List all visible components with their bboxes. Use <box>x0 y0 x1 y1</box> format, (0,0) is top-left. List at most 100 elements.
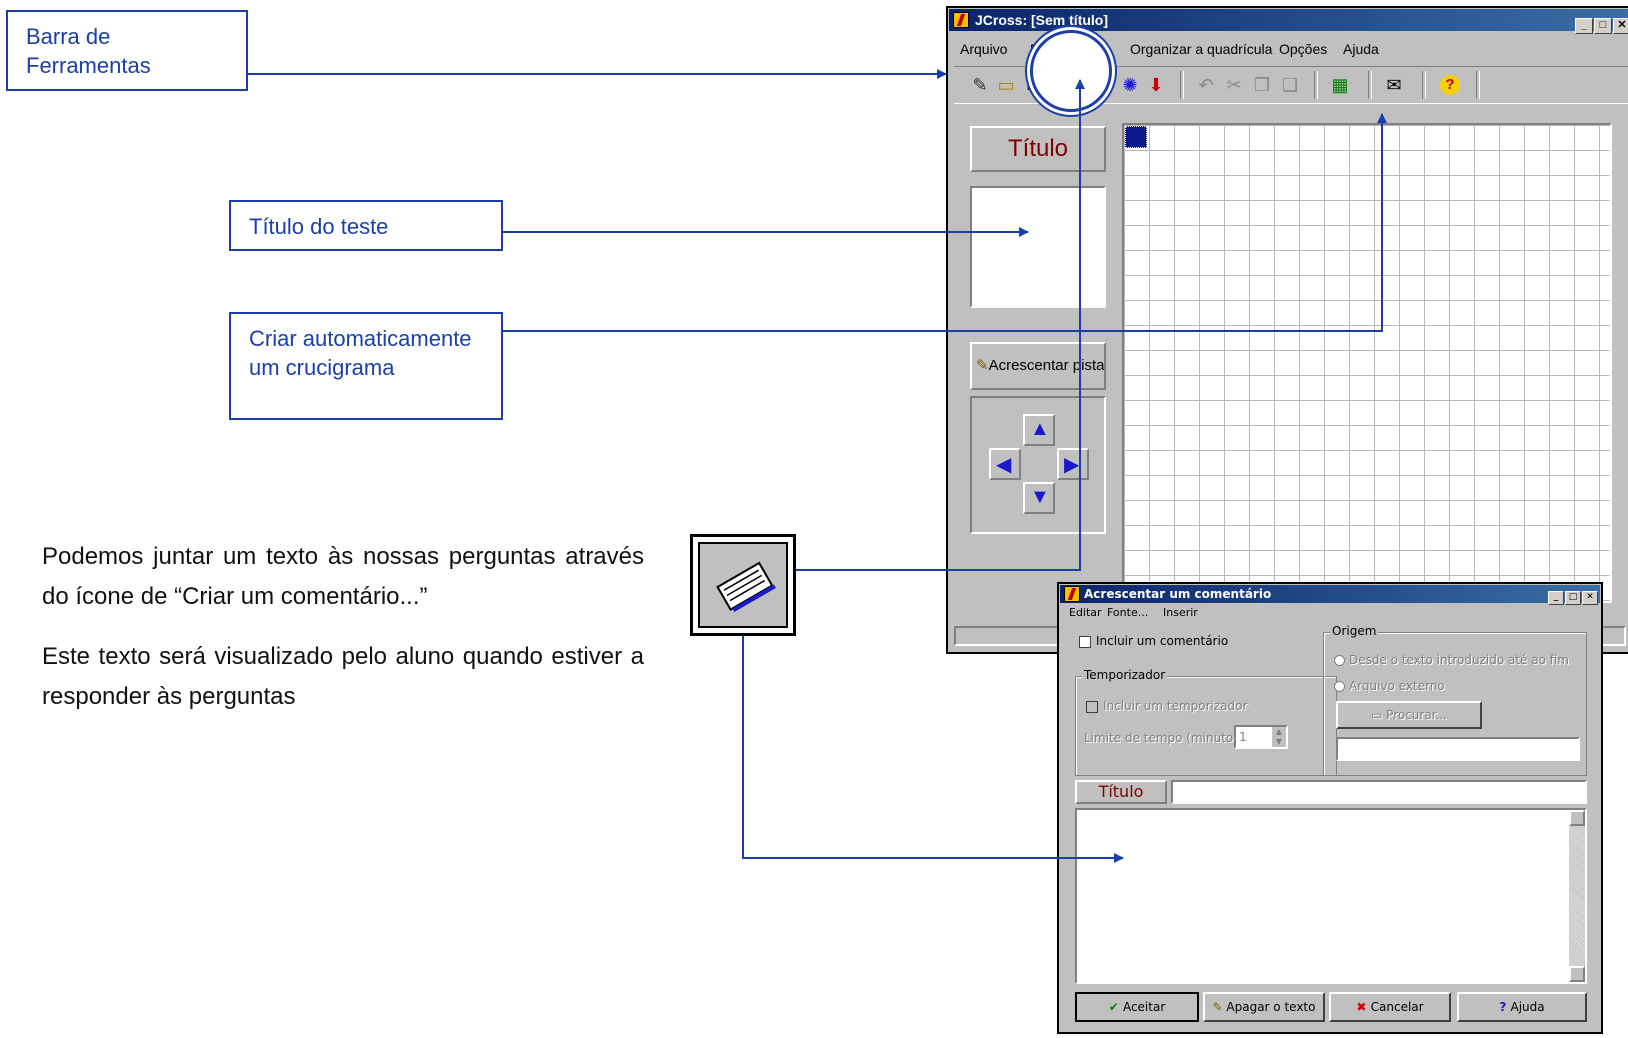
time-limit-input[interactable]: 1 ▲ ▼ <box>1234 725 1288 749</box>
dialog-menu-editar[interactable]: Editar <box>1069 606 1102 619</box>
origin-text-label: Desde o texto introduzido até ao fim <box>1349 653 1569 667</box>
book-icon <box>716 561 776 612</box>
cut-icon[interactable]: ✂ <box>1222 73 1246 97</box>
dialog-titlebar: Acrescentar um comentário _ □ ✕ <box>1060 585 1600 605</box>
dialog-title: Acrescentar um comentário <box>1084 587 1272 601</box>
toolbar-separator <box>1368 71 1372 99</box>
jcross-app-icon <box>953 12 969 28</box>
pencil-icon: ✎ <box>976 357 989 374</box>
origin-group-legend: Origem <box>1330 624 1379 638</box>
arrow-left-button[interactable]: ◀ <box>989 448 1021 480</box>
clear-label: Apagar o texto <box>1226 1000 1316 1014</box>
browse-folder-icon: ▭ <box>1371 708 1387 722</box>
origin-file-radio[interactable]: Arquivo externo <box>1334 679 1445 693</box>
dialog-minimize-button[interactable]: _ <box>1548 591 1564 605</box>
dialog-app-icon <box>1064 586 1080 602</box>
copy-icon[interactable]: ❐ <box>1250 73 1274 97</box>
external-file-input[interactable] <box>1336 737 1580 761</box>
origin-group: Origem Desde o texto introduzido até ao … <box>1323 624 1587 776</box>
scroll-down-button[interactable] <box>1569 966 1585 982</box>
window-title: JCross: [Sem título] <box>975 12 1109 28</box>
arrow-right-icon: ▶ <box>1064 454 1080 476</box>
comment-icon-zoom <box>690 534 796 636</box>
callout-test-title: Título do teste <box>229 200 503 251</box>
accept-button[interactable]: ✔ Aceitar <box>1075 992 1199 1022</box>
arrow-up-icon: ▲ <box>1030 418 1050 440</box>
arrow-down-icon: ▼ <box>1030 486 1050 508</box>
close-button[interactable]: ✕ <box>1613 18 1628 34</box>
arrow-right-button[interactable]: ▶ <box>1057 448 1089 480</box>
arrow-left-icon: ◀ <box>996 454 1012 476</box>
paragraph-student-view: Este texto será visualizado pelo aluno q… <box>42 643 644 710</box>
include-timer-checkbox[interactable]: Incluir um temporizador <box>1086 699 1247 713</box>
browse-label: Procurar... <box>1386 708 1447 722</box>
arrow-up-button[interactable]: ▲ <box>1023 414 1055 446</box>
include-timer-label: Incluir um temporizador <box>1103 699 1248 713</box>
comment-scrollbar[interactable] <box>1569 810 1585 982</box>
magnifier-highlight <box>1030 30 1112 112</box>
crossword-grid[interactable] <box>1122 123 1612 603</box>
comment-icon[interactable]: ✉ <box>1382 73 1406 97</box>
origin-file-label: Arquivo externo <box>1349 679 1445 693</box>
dialog-maximize-button[interactable]: □ <box>1565 591 1581 605</box>
time-limit-spinner[interactable]: ▲ ▼ <box>1272 727 1286 747</box>
help-label: Ajuda <box>1510 1000 1545 1014</box>
check-icon: ✔ <box>1108 1000 1123 1014</box>
time-limit-value: 1 <box>1239 730 1247 744</box>
new-file-icon[interactable]: ✎ <box>968 73 992 97</box>
help-icon[interactable]: ? <box>1440 75 1460 95</box>
callout-toolbar: Barra de Ferramentas <box>6 10 248 91</box>
toolbar-separator <box>1476 71 1480 99</box>
clear-text-button[interactable]: ✎ Apagar o texto <box>1203 992 1325 1022</box>
title-button[interactable]: Título <box>970 126 1106 172</box>
maximize-button[interactable]: □ <box>1594 18 1612 34</box>
comment-text-area[interactable] <box>1075 808 1587 984</box>
origin-text-radio-dot[interactable] <box>1334 655 1345 666</box>
grid-cursor-cell[interactable] <box>1125 126 1147 148</box>
open-folder-icon[interactable]: ▭ <box>994 73 1018 97</box>
arrow-pad: ▲ ◀ ▶ ▼ <box>970 396 1106 534</box>
dialog-menu-fonte[interactable]: Fonte... <box>1107 606 1148 619</box>
dialog-menu-inserir[interactable]: Inserir <box>1163 606 1198 619</box>
include-comment-label: Incluir um comentário <box>1096 634 1229 648</box>
minimize-button[interactable]: _ <box>1575 18 1593 34</box>
toolbar-separator <box>1314 71 1318 99</box>
dialog-title-button[interactable]: Título <box>1075 780 1167 804</box>
toolbar-separator <box>1180 71 1184 99</box>
include-comment-box[interactable] <box>1079 635 1091 648</box>
callout-auto-create: Criar automaticamente um crucigrama <box>229 312 503 420</box>
origin-text-radio[interactable]: Desde o texto introduzido até ao fim <box>1334 653 1569 667</box>
menu-organizar[interactable]: Organizar a quadrícula <box>1130 41 1272 57</box>
cancel-label: Cancelar <box>1370 1000 1424 1014</box>
jcross-titlebar: JCross: [Sem título] _ □ ✕ <box>949 9 1628 34</box>
auto-grid-icon[interactable]: ▦ <box>1328 73 1352 97</box>
help-button[interactable]: ? Ajuda <box>1457 992 1587 1022</box>
dialog-title-input[interactable] <box>1171 780 1587 804</box>
help-question-icon: ? <box>1499 1000 1511 1014</box>
toolbar-separator <box>1422 71 1426 99</box>
add-clue-button[interactable]: ✎Acrescentar pistas <box>970 342 1106 390</box>
scroll-up-button[interactable] <box>1569 810 1585 826</box>
menu-opcoes[interactable]: Opções <box>1279 41 1327 57</box>
cancel-x-icon: ✖ <box>1356 1000 1371 1014</box>
dialog-close-button[interactable]: ✕ <box>1582 591 1598 605</box>
title-text-area[interactable] <box>970 186 1106 308</box>
web-icon[interactable]: ✺ <box>1118 73 1142 97</box>
undo-icon[interactable]: ↶ <box>1194 73 1218 97</box>
export-icon[interactable]: ⬇ <box>1144 73 1168 97</box>
include-comment-checkbox[interactable]: Incluir um comentário <box>1079 634 1228 648</box>
timer-group-legend: Temporizador <box>1082 668 1168 682</box>
menu-ajuda[interactable]: Ajuda <box>1343 41 1379 57</box>
add-clue-label: Acrescentar pistas <box>988 357 1106 374</box>
menu-arquivo[interactable]: Arquivo <box>960 41 1007 57</box>
paragraph-comment-icon: Podemos juntar um texto às nossas pergun… <box>42 543 644 610</box>
arrow-down-button[interactable]: ▼ <box>1023 482 1055 514</box>
paste-icon[interactable]: ❏ <box>1278 73 1302 97</box>
dialog-menubar: Editar Fonte... Inserir <box>1069 606 1369 622</box>
cancel-button[interactable]: ✖ Cancelar <box>1329 992 1451 1022</box>
accept-label: Aceitar <box>1122 1000 1166 1014</box>
include-timer-box[interactable] <box>1086 700 1098 713</box>
origin-file-radio-dot[interactable] <box>1334 681 1345 692</box>
timer-group: Temporizador Incluir um temporizador Lim… <box>1075 668 1337 776</box>
browse-button[interactable]: ▭ Procurar... <box>1336 701 1482 729</box>
